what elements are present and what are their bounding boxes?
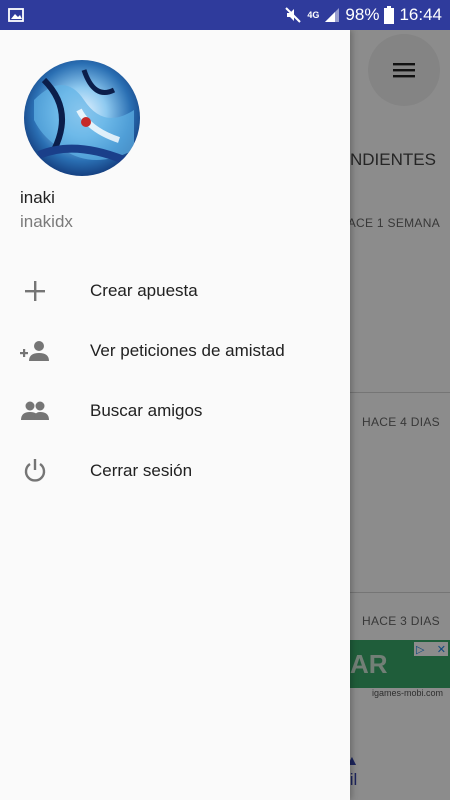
battery-icon <box>384 6 395 24</box>
person-add-icon <box>18 334 52 368</box>
battery-percent: 98% <box>345 5 380 24</box>
avatar[interactable] <box>24 60 140 176</box>
menu-item-cerrar-sesion[interactable]: Cerrar sesión <box>0 443 350 499</box>
menu-item-buscar-amigos[interactable]: Buscar amigos <box>0 383 350 439</box>
menu-item-label: Cerrar sesión <box>90 461 193 480</box>
group-icon <box>18 394 52 428</box>
plus-icon <box>18 274 52 308</box>
network-type-label: 4G <box>307 9 320 20</box>
menu-item-label: Crear apuesta <box>90 281 198 300</box>
mute-icon <box>284 6 302 24</box>
user-name: inaki <box>20 188 55 207</box>
clock: 16:44 <box>399 5 442 24</box>
menu-item-label: Ver peticiones de amistad <box>90 341 285 360</box>
user-handle: inakidx <box>20 212 73 231</box>
navigation-drawer: inaki inakidx Crear apuesta Ver peticion… <box>0 30 350 800</box>
status-bar: 4G 98% 16:44 <box>0 0 450 30</box>
menu-item-label: Buscar amigos <box>90 401 203 420</box>
menu-item-ver-peticiones[interactable]: Ver peticiones de amistad <box>0 323 350 379</box>
signal-icon <box>324 7 340 23</box>
menu-item-crear-apuesta[interactable]: Crear apuesta <box>0 263 350 319</box>
power-icon <box>18 454 52 488</box>
image-icon <box>8 7 24 23</box>
